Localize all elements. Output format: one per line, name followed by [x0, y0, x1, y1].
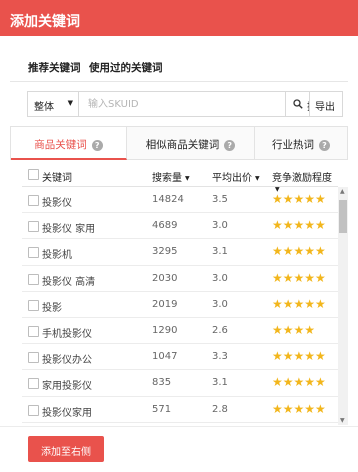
row-checkbox[interactable] [28, 221, 39, 233]
row-checkbox[interactable] [28, 299, 39, 311]
avg-price-cell: 2.6 [212, 324, 228, 336]
competition-stars: ★★★★★ [272, 270, 326, 285]
caret-down-icon: ▼ [67, 99, 73, 107]
export-button[interactable]: 导出 [309, 91, 343, 117]
search-icon [293, 99, 303, 109]
search-bar: 整体 ▼ 搜索 [27, 91, 343, 117]
search-volume-cell: 3295 [152, 246, 178, 258]
column-header-avg-price[interactable]: 平均出价 ▼ [212, 169, 260, 184]
sort-caret-icon: ▼ [255, 175, 260, 182]
column-header-keyword: 关键词 [42, 173, 72, 184]
select-all-checkbox[interactable] [28, 169, 39, 180]
table-row[interactable]: 投影仪 高清 2030 3.0 ★★★★★ [22, 266, 338, 292]
help-icon[interactable]: ? [91, 140, 103, 151]
competition-stars: ★★★★★ [272, 375, 326, 390]
keyword-cell: 投影仪家用 [42, 407, 92, 419]
row-checkbox[interactable] [28, 352, 39, 364]
avg-price-cell: 3.3 [212, 351, 228, 363]
search-volume-cell: 2030 [152, 272, 178, 284]
avg-price-cell: 2.8 [212, 403, 228, 415]
table-header: 关键词 搜索量 ▼ 平均出价 ▼ 竞争激励程度▼ [22, 161, 338, 193]
keyword-cell: 家用投影仪 [42, 381, 92, 393]
competition-stars: ★★★★★ [272, 192, 326, 206]
search-volume-cell: 571 [152, 403, 172, 415]
row-checkbox[interactable] [28, 404, 39, 416]
help-icon[interactable]: ? [319, 140, 330, 151]
column-header-search-volume[interactable]: 搜索量 ▼ [152, 169, 190, 184]
help-icon[interactable]: ? [224, 140, 236, 151]
sort-caret-icon: ▼ [185, 175, 190, 182]
table-scrollbar[interactable]: ▲ ▼ [338, 187, 348, 425]
keyword-cell: 投影仪办公 [42, 355, 92, 367]
mode-recommended-keywords[interactable]: 推荐关键词 [28, 60, 81, 75]
table-row[interactable]: 投影 2019 3.0 ★★★★★ [22, 292, 338, 318]
row-checkbox[interactable] [28, 273, 39, 285]
search-volume-cell: 4689 [152, 220, 178, 232]
scrollbar-thumb[interactable] [339, 200, 347, 233]
table-row[interactable]: 家用投影仪 835 3.1 ★★★★★ [22, 370, 338, 397]
avg-price-cell: 3.1 [212, 246, 228, 258]
scroll-down-icon[interactable]: ▼ [340, 417, 345, 424]
scope-select-value: 整体 [34, 102, 54, 113]
tab-label: 相似商品关键词 [145, 139, 220, 151]
mode-tabs: 推荐关键词 使用过的关键词 [10, 50, 348, 82]
dialog-footer: 添加至右侧 [0, 426, 358, 472]
table-row[interactable]: 投影机 3295 3.1 ★★★★★ [22, 239, 338, 266]
keyword-cell: 手机投影仪 [42, 328, 92, 340]
keyword-cell: 投影机 [42, 250, 72, 262]
competition-stars: ★★★★★ [272, 296, 326, 311]
search-volume-cell: 14824 [152, 194, 184, 205]
avg-price-cell: 3.5 [212, 194, 228, 205]
tab-industry-hot-words[interactable]: 行业热词? [255, 127, 347, 159]
competition-stars: ★★★★★ [272, 218, 326, 233]
row-checkbox[interactable] [28, 195, 39, 206]
avg-price-cell: 3.1 [212, 377, 228, 389]
avg-price-cell: 3.0 [212, 220, 228, 232]
search-volume-cell: 2019 [152, 298, 178, 310]
competition-stars: ★★★★ [272, 322, 316, 337]
table-row[interactable]: 手机投影仪 1290 2.6 ★★★★ [22, 318, 338, 345]
scope-select[interactable]: 整体 ▼ [28, 92, 79, 116]
table-row[interactable]: 投影仪 家用 4689 3.0 ★★★★★ [22, 213, 338, 240]
row-checkbox[interactable] [28, 378, 39, 390]
keyword-cell: 投影仪 家用 [42, 224, 96, 236]
add-to-right-button[interactable]: 添加至右侧 [28, 436, 104, 462]
competition-stars: ★★★★★ [272, 401, 326, 416]
tab-label: 商品关键词 [34, 139, 87, 151]
competition-stars: ★★★★★ [272, 244, 326, 259]
tab-similar-product-keywords[interactable]: 相似商品关键词? [127, 127, 255, 159]
search-volume-cell: 1290 [152, 324, 178, 336]
row-checkbox[interactable] [28, 247, 39, 259]
dialog-header: 添加关键词 [0, 0, 358, 36]
table-row[interactable]: 投影仪家用 571 2.8 ★★★★★ [22, 397, 338, 423]
scroll-up-icon[interactable]: ▲ [340, 188, 345, 195]
table-row[interactable]: 投影仪 14824 3.5 ★★★★★ [22, 187, 338, 214]
dialog-title: 添加关键词 [10, 14, 80, 30]
keyword-cell: 投影仪 高清 [42, 276, 96, 288]
keyword-source-tabs: 商品关键词? 相似商品关键词? 行业热词? [10, 126, 348, 160]
competition-stars: ★★★★★ [272, 349, 326, 364]
tab-label: 行业热词 [272, 139, 314, 151]
mode-used-keywords[interactable]: 使用过的关键词 [89, 60, 163, 75]
keyword-cell: 投影仪 [42, 198, 72, 209]
avg-price-cell: 3.0 [212, 272, 228, 284]
keyword-table: 关键词 搜索量 ▼ 平均出价 ▼ 竞争激励程度▼ 投影仪 14824 3.5 ★★★★★ … [22, 161, 338, 423]
row-checkbox[interactable] [28, 325, 39, 337]
search-volume-cell: 1047 [152, 351, 178, 363]
tab-product-keywords[interactable]: 商品关键词? [11, 127, 127, 160]
search-volume-cell: 835 [152, 377, 172, 389]
keyword-cell: 投影 [42, 302, 62, 314]
table-body: 投影仪 14824 3.5 ★★★★★ 投影仪 家用 4689 3.0 ★★★★★ 投影机 3… [22, 187, 338, 423]
avg-price-cell: 3.0 [212, 298, 228, 310]
skuid-search-input[interactable] [80, 92, 285, 116]
table-row[interactable]: 投影仪办公 1047 3.3 ★★★★★ [22, 344, 338, 371]
